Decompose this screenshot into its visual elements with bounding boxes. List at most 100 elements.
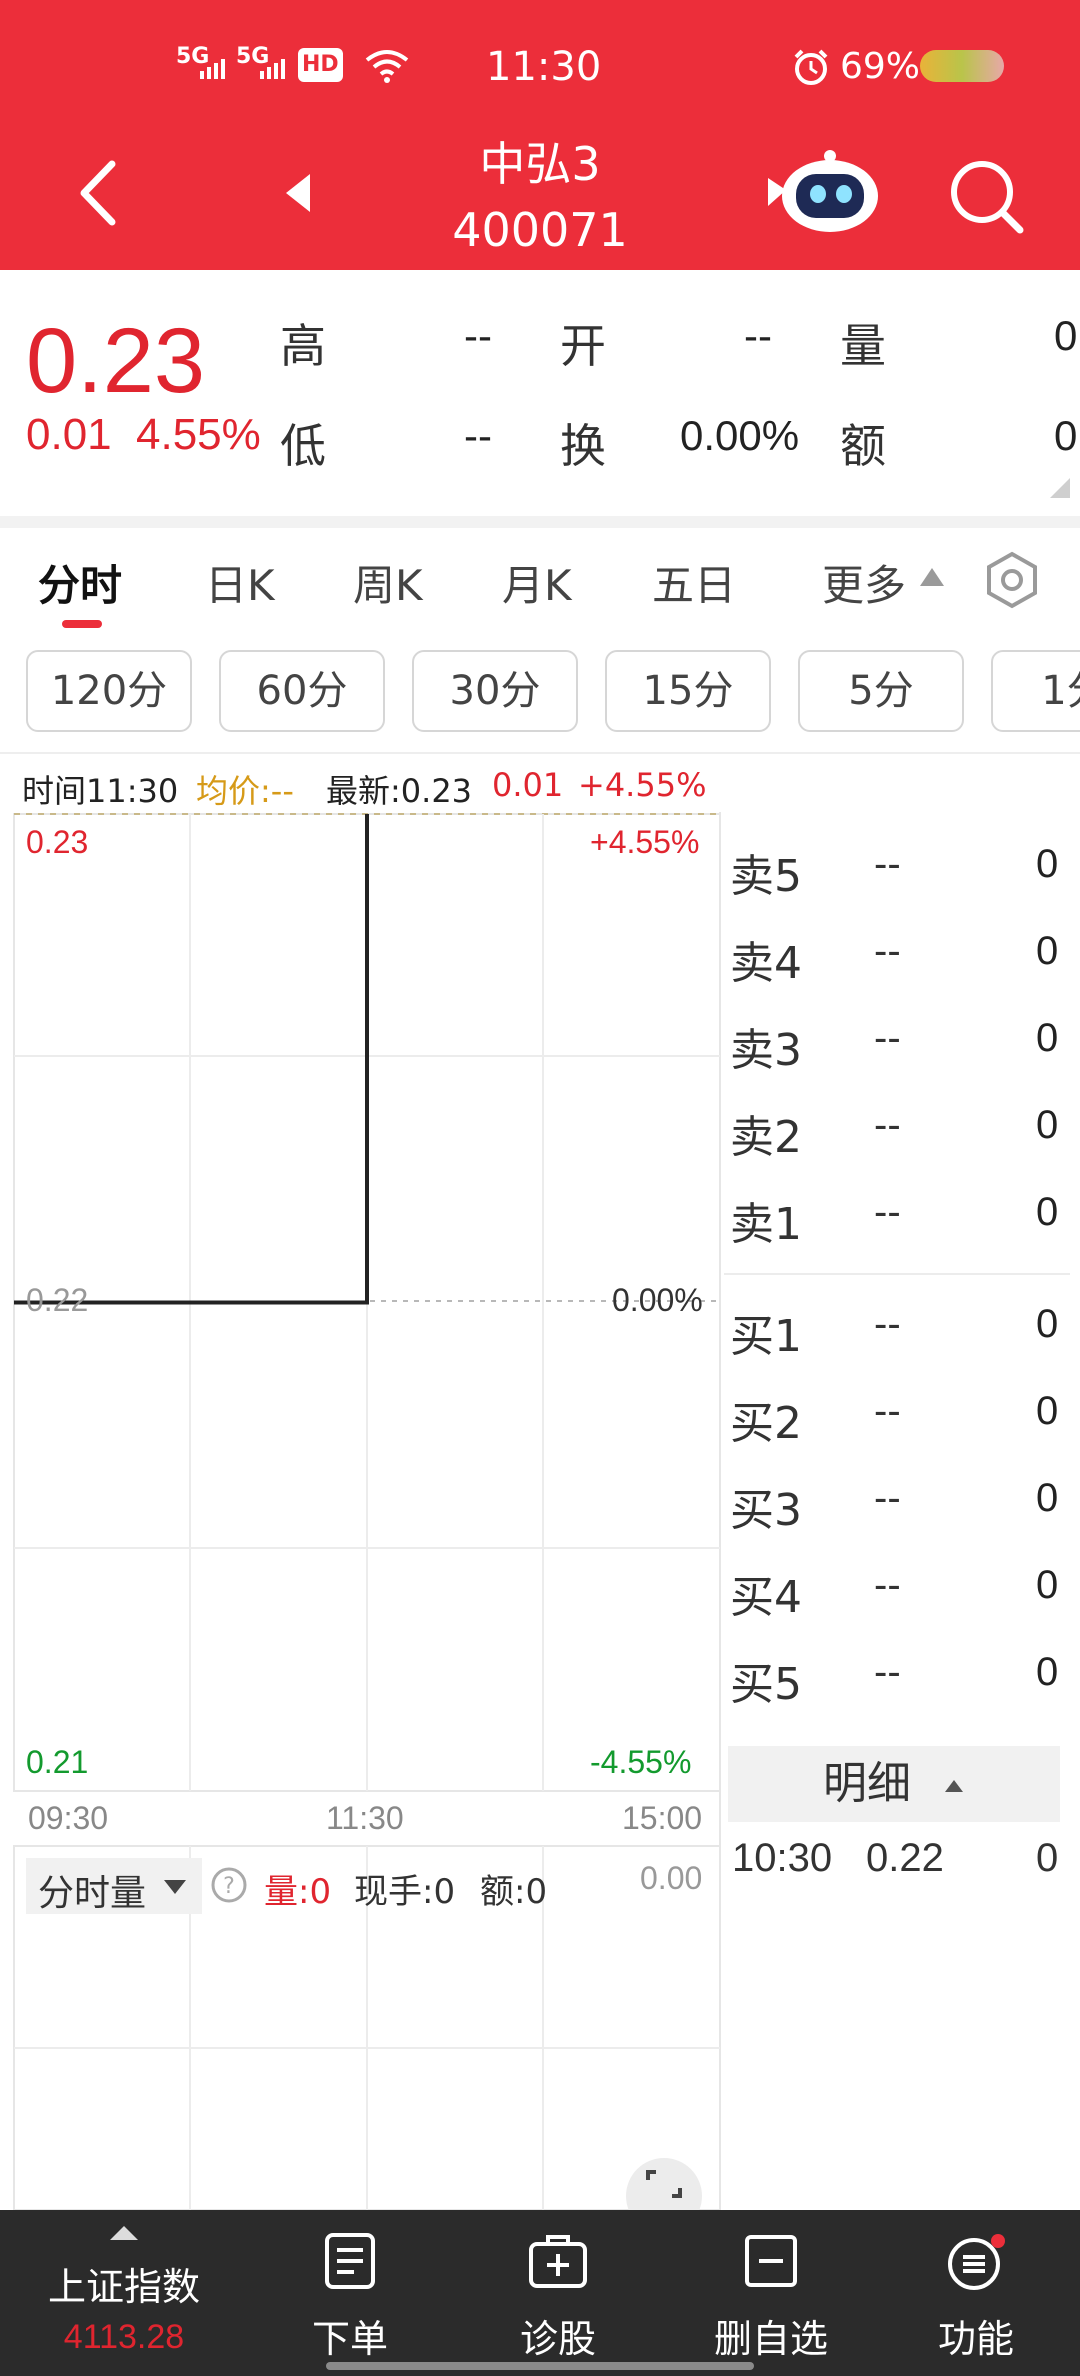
pct-axis-mid: 0.00% (612, 1282, 703, 1318)
sell5-volume: 0 (1036, 842, 1059, 886)
order-document-icon (325, 2233, 375, 2289)
volume-axis-max: 0.00 (640, 1860, 703, 1896)
settings-hexagon-icon[interactable] (982, 550, 1042, 610)
previous-stock-icon[interactable] (282, 172, 314, 214)
place-order-button[interactable]: 下单 (280, 2210, 420, 2376)
buy2-price: -- (874, 1389, 901, 1433)
bottom-navigation: 上证指数 4113.28 下单 诊股 删自选 功能 (0, 2210, 1080, 2376)
buy3-volume: 0 (1036, 1476, 1059, 1520)
period-120min[interactable]: 120分 (26, 650, 192, 732)
stock-code: 400071 (452, 203, 628, 257)
sell3-label: 卖3 (730, 1025, 802, 1076)
tab-intraday[interactable]: 分时 (38, 552, 122, 613)
sell1-volume: 0 (1036, 1190, 1059, 1234)
tab-five-day[interactable]: 五日 (652, 552, 736, 613)
buy1-label: 买1 (730, 1311, 802, 1362)
alarm-icon (794, 49, 828, 85)
index-ticker-button[interactable]: 上证指数 4113.28 (0, 2210, 248, 2376)
volume-selector-label: 分时量 (38, 1873, 147, 1914)
tab-daily-k[interactable]: 日K (205, 552, 275, 613)
detail-time: 10:30 (732, 1836, 833, 1880)
sell1-label: 卖1 (730, 1199, 802, 1250)
functions-label: 功能 (937, 2317, 1014, 2361)
turnover-value: 0.00% (680, 412, 800, 459)
volume-amount-value: 额:0 (480, 1872, 548, 1912)
back-arrow-icon[interactable] (76, 160, 120, 226)
active-tab-indicator (62, 620, 102, 628)
sell3-price: -- (874, 1016, 901, 1060)
time-axis-mid: 11:30 (326, 1800, 404, 1836)
period-60min[interactable]: 60分 (219, 650, 385, 732)
buy4-volume: 0 (1036, 1563, 1059, 1607)
caret-up-icon (920, 568, 944, 586)
section-divider (0, 516, 1080, 528)
period-15min[interactable]: 15分 (605, 650, 771, 732)
trade-detail-button[interactable]: 明细 (728, 1746, 1060, 1822)
signal-bars-icon-2 (260, 55, 285, 79)
buy2-volume: 0 (1036, 1389, 1059, 1433)
turnover-label: 换 (560, 419, 606, 473)
home-indicator[interactable] (326, 2362, 754, 2370)
buy1-price: -- (874, 1302, 901, 1346)
low-value: -- (464, 412, 492, 459)
info-change: 0.01 (492, 766, 564, 804)
battery-icon (920, 50, 1004, 82)
status-time: 11:30 (486, 44, 602, 90)
open-value: -- (744, 312, 772, 359)
period-30min[interactable]: 30分 (412, 650, 578, 732)
stock-name: 中弘3 (479, 137, 601, 191)
sell4-price: -- (874, 929, 901, 973)
expand-corner-icon[interactable] (1048, 476, 1072, 500)
intraday-chart[interactable] (0, 800, 1080, 2210)
sell4-volume: 0 (1036, 929, 1059, 973)
help-icon[interactable]: ? (210, 1866, 248, 1904)
high-value: -- (464, 312, 492, 359)
tab-more[interactable]: 更多 (822, 552, 906, 613)
period-5min[interactable]: 5分 (798, 650, 964, 732)
wifi-icon (365, 50, 409, 83)
tab-monthly-k[interactable]: 月K (502, 552, 572, 613)
sell2-price: -- (874, 1103, 901, 1147)
buy5-price: -- (874, 1650, 901, 1694)
diagnose-stock-button[interactable]: 诊股 (488, 2210, 628, 2376)
buy1-volume: 0 (1036, 1302, 1059, 1346)
svg-text:?: ? (223, 1874, 235, 1899)
volume-value: 0 (1054, 312, 1078, 359)
open-label: 开 (560, 319, 606, 373)
remove-square-icon (745, 2235, 797, 2287)
divider (0, 752, 1080, 754)
buy5-volume: 0 (1036, 1650, 1059, 1694)
signal-bars-icon-1 (200, 55, 225, 79)
functions-button[interactable]: 功能 (906, 2210, 1046, 2376)
buy3-label: 买3 (730, 1485, 802, 1536)
medical-kit-icon (529, 2235, 587, 2288)
tab-weekly-k[interactable]: 周K (353, 552, 423, 613)
buy5-label: 买5 (730, 1659, 802, 1710)
detail-volume: 0 (1036, 1836, 1059, 1880)
fullscreen-icon[interactable] (626, 2158, 702, 2210)
pct-axis-low: -4.55% (590, 1744, 692, 1780)
low-label: 低 (280, 419, 326, 473)
robot-assistant-icon[interactable] (764, 148, 882, 238)
amount-label: 额 (840, 419, 886, 473)
buy4-price: -- (874, 1563, 901, 1607)
search-icon[interactable] (948, 158, 1026, 236)
index-value: 4113.28 (63, 2318, 185, 2356)
volume-selector[interactable]: 分时量 (26, 1858, 202, 1914)
pct-axis-high: +4.55% (590, 824, 700, 860)
sell2-label: 卖2 (730, 1112, 802, 1163)
dropdown-caret-icon (164, 1880, 186, 1894)
detail-price: 0.22 (866, 1836, 944, 1880)
buy2-label: 买2 (730, 1398, 802, 1449)
remove-watchlist-label: 删自选 (713, 2317, 828, 2361)
sell2-volume: 0 (1036, 1103, 1059, 1147)
sell5-label: 卖5 (730, 851, 802, 902)
price-axis-low: 0.21 (26, 1744, 89, 1780)
sell5-price: -- (874, 842, 901, 886)
info-change-percent: +4.55% (578, 766, 707, 804)
volume-value: 量:0 (264, 1872, 332, 1912)
menu-circle-icon (948, 2234, 1005, 2290)
buy4-label: 买4 (730, 1572, 802, 1623)
period-1min[interactable]: 1分 (991, 650, 1080, 732)
remove-watchlist-button[interactable]: 删自选 (696, 2210, 846, 2376)
